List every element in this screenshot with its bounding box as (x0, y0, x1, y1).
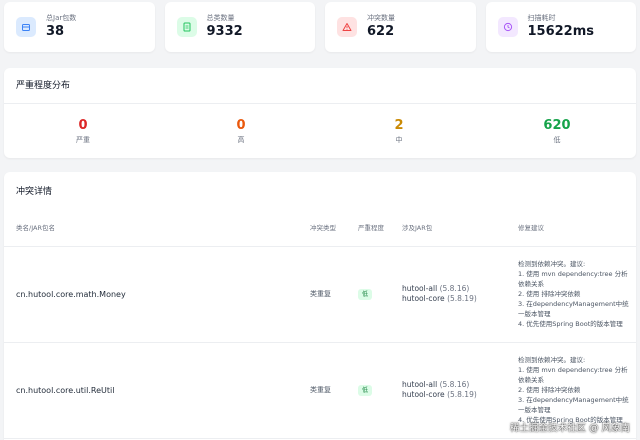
header-jars: 涉及JAR包 (396, 212, 512, 247)
severity-title: 严重程度分布 (4, 68, 636, 104)
severity-value: 620 (543, 117, 571, 133)
stats-bar: 总Jar包数 38 总类数量 9332 冲突数量 622 扫描耗时 15622m… (4, 2, 636, 52)
stat-value: 15622ms (527, 24, 595, 39)
suggestion-line: 检测到依赖冲突。建议: (518, 356, 586, 364)
severity-critical: 0 严重 (4, 118, 162, 145)
suggestion-line: 1. 使用 mvn dependency:tree 分析依赖关系 (518, 366, 628, 384)
juejin-logo-icon (496, 423, 507, 432)
conflict-details-card: 冲突详情 类名/JAR包名 冲突类型 严重程度 涉及JAR包 修复建议 cn.h… (4, 172, 636, 440)
cell-conflict-type: 类重复 (304, 342, 352, 439)
severity-value: 2 (394, 117, 404, 133)
document-icon (176, 17, 197, 37)
suggestion-line: 检测到依赖冲突。建议: (518, 260, 586, 268)
jar-icon (16, 17, 36, 37)
severity-label: 低 (553, 135, 561, 144)
suggestion-line: 1. 使用 mvn dependency:tree 分析依赖关系 (518, 270, 628, 288)
jar-entry: hutool-all (5.8.16) (402, 284, 506, 294)
severity-high: 0 高 (162, 118, 320, 145)
jar-version: (5.8.19) (447, 294, 477, 303)
severity-row: 0 严重 0 高 2 中 620 低 (4, 104, 636, 158)
jar-name: hutool-all (402, 284, 438, 293)
severity-value: 0 (236, 117, 246, 133)
clock-icon (497, 17, 518, 37)
watermark: 稀土掘金技术社区 @ 风象南 (496, 420, 630, 434)
stat-value: 622 (367, 24, 395, 39)
header-name: 类名/JAR包名 (4, 212, 304, 247)
stat-label: 扫描耗时 (527, 14, 556, 22)
watermark-text: 稀土掘金技术社区 @ 风象南 (509, 423, 630, 434)
severity-low: 620 低 (478, 118, 636, 145)
stat-card-conflicts: 冲突数量 622 (325, 2, 476, 52)
stat-label: 总Jar包数 (46, 14, 77, 22)
jar-name: hutool-core (402, 294, 445, 303)
cell-jars: hutool-all (5.8.16) hutool-core (5.8.19) (396, 246, 512, 343)
severity-label: 中 (395, 135, 403, 144)
table-header-row: 类名/JAR包名 冲突类型 严重程度 涉及JAR包 修复建议 (4, 212, 636, 247)
suggestion-line: 3. 在dependencyManagement中统一版本管理 (518, 300, 629, 318)
cell-suggestion: 检测到依赖冲突。建议: 1. 使用 mvn dependency:tree 分析… (512, 246, 636, 343)
cell-conflict-type: 类重复 (304, 246, 352, 343)
cell-severity: 低 (352, 342, 396, 439)
cell-class-name: cn.hutool.core.math.Money (4, 246, 304, 343)
table-row[interactable]: cn.hutool.core.math.Money 类重复 低 hutool-a… (4, 246, 636, 343)
suggestion-line: 3. 在dependencyManagement中统一版本管理 (518, 396, 629, 414)
suggestion-line: 2. 使用 排除冲突依赖 (518, 386, 581, 394)
stat-label: 冲突数量 (367, 14, 395, 22)
stat-value: 38 (46, 24, 65, 39)
severity-value: 0 (78, 117, 88, 133)
suggestion-line: 2. 使用 排除冲突依赖 (518, 290, 581, 298)
suggestion-line: 4. 优先使用Spring Boot的版本管理 (518, 320, 623, 328)
jar-name: hutool-core (402, 390, 445, 399)
stat-value: 9332 (206, 24, 243, 39)
stat-card-total-jars: 总Jar包数 38 (4, 2, 155, 52)
header-suggestion: 修复建议 (512, 212, 636, 247)
jar-version: (5.8.16) (439, 284, 470, 293)
cell-severity: 低 (352, 246, 396, 343)
severity-label: 严重 (76, 135, 90, 144)
jar-version: (5.8.16) (439, 380, 470, 389)
severity-label: 高 (237, 135, 245, 144)
jar-entry: hutool-core (5.8.19) (402, 390, 506, 400)
cell-jars: hutool-all (5.8.16) hutool-core (5.8.19) (396, 342, 512, 439)
stat-label: 总类数量 (206, 14, 235, 22)
stat-card-total-classes: 总类数量 9332 (164, 2, 315, 52)
severity-medium: 2 中 (320, 118, 478, 145)
header-severity: 严重程度 (352, 212, 396, 247)
jar-entry: hutool-core (5.8.19) (402, 294, 506, 304)
cell-class-name: cn.hutool.core.util.ReUtil (4, 342, 304, 439)
conflict-table: 类名/JAR包名 冲突类型 严重程度 涉及JAR包 修复建议 cn.hutool… (4, 212, 636, 439)
jar-version: (5.8.19) (447, 390, 477, 399)
severity-badge: 低 (358, 288, 373, 300)
severity-badge: 低 (358, 384, 373, 396)
jar-entry: hutool-all (5.8.16) (402, 380, 506, 390)
stat-card-scan-time: 扫描耗时 15622ms (485, 2, 636, 52)
warning-icon (337, 17, 357, 37)
details-title: 冲突详情 (16, 187, 53, 197)
severity-card: 严重程度分布 0 严重 0 高 2 中 620 低 (4, 68, 636, 158)
jar-name: hutool-all (402, 380, 438, 389)
header-type: 冲突类型 (304, 212, 352, 247)
